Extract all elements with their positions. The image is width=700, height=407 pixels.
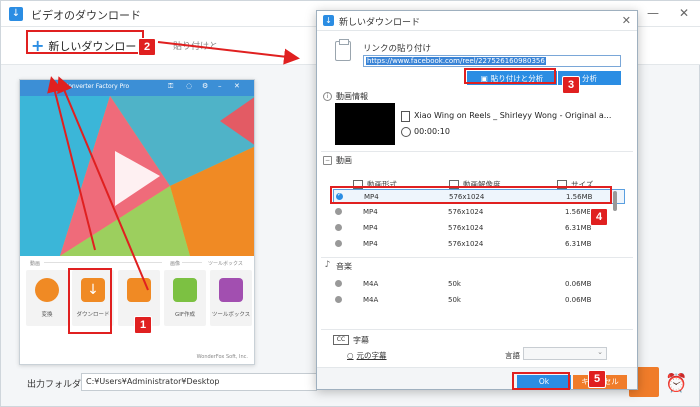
highlight-video-row: [330, 186, 612, 204]
highlight-paste-analyze: [464, 68, 556, 84]
highlight-ok-button: [512, 372, 570, 390]
step-badge-3: 3: [562, 76, 580, 94]
highlight-new-download: [26, 30, 144, 54]
step-badge-1: 1: [134, 316, 152, 334]
step-badge-4: 4: [590, 208, 608, 226]
step-badge-2: 2: [138, 38, 156, 56]
step-badge-5: 5: [588, 370, 606, 388]
highlight-download-tile: [68, 268, 112, 334]
